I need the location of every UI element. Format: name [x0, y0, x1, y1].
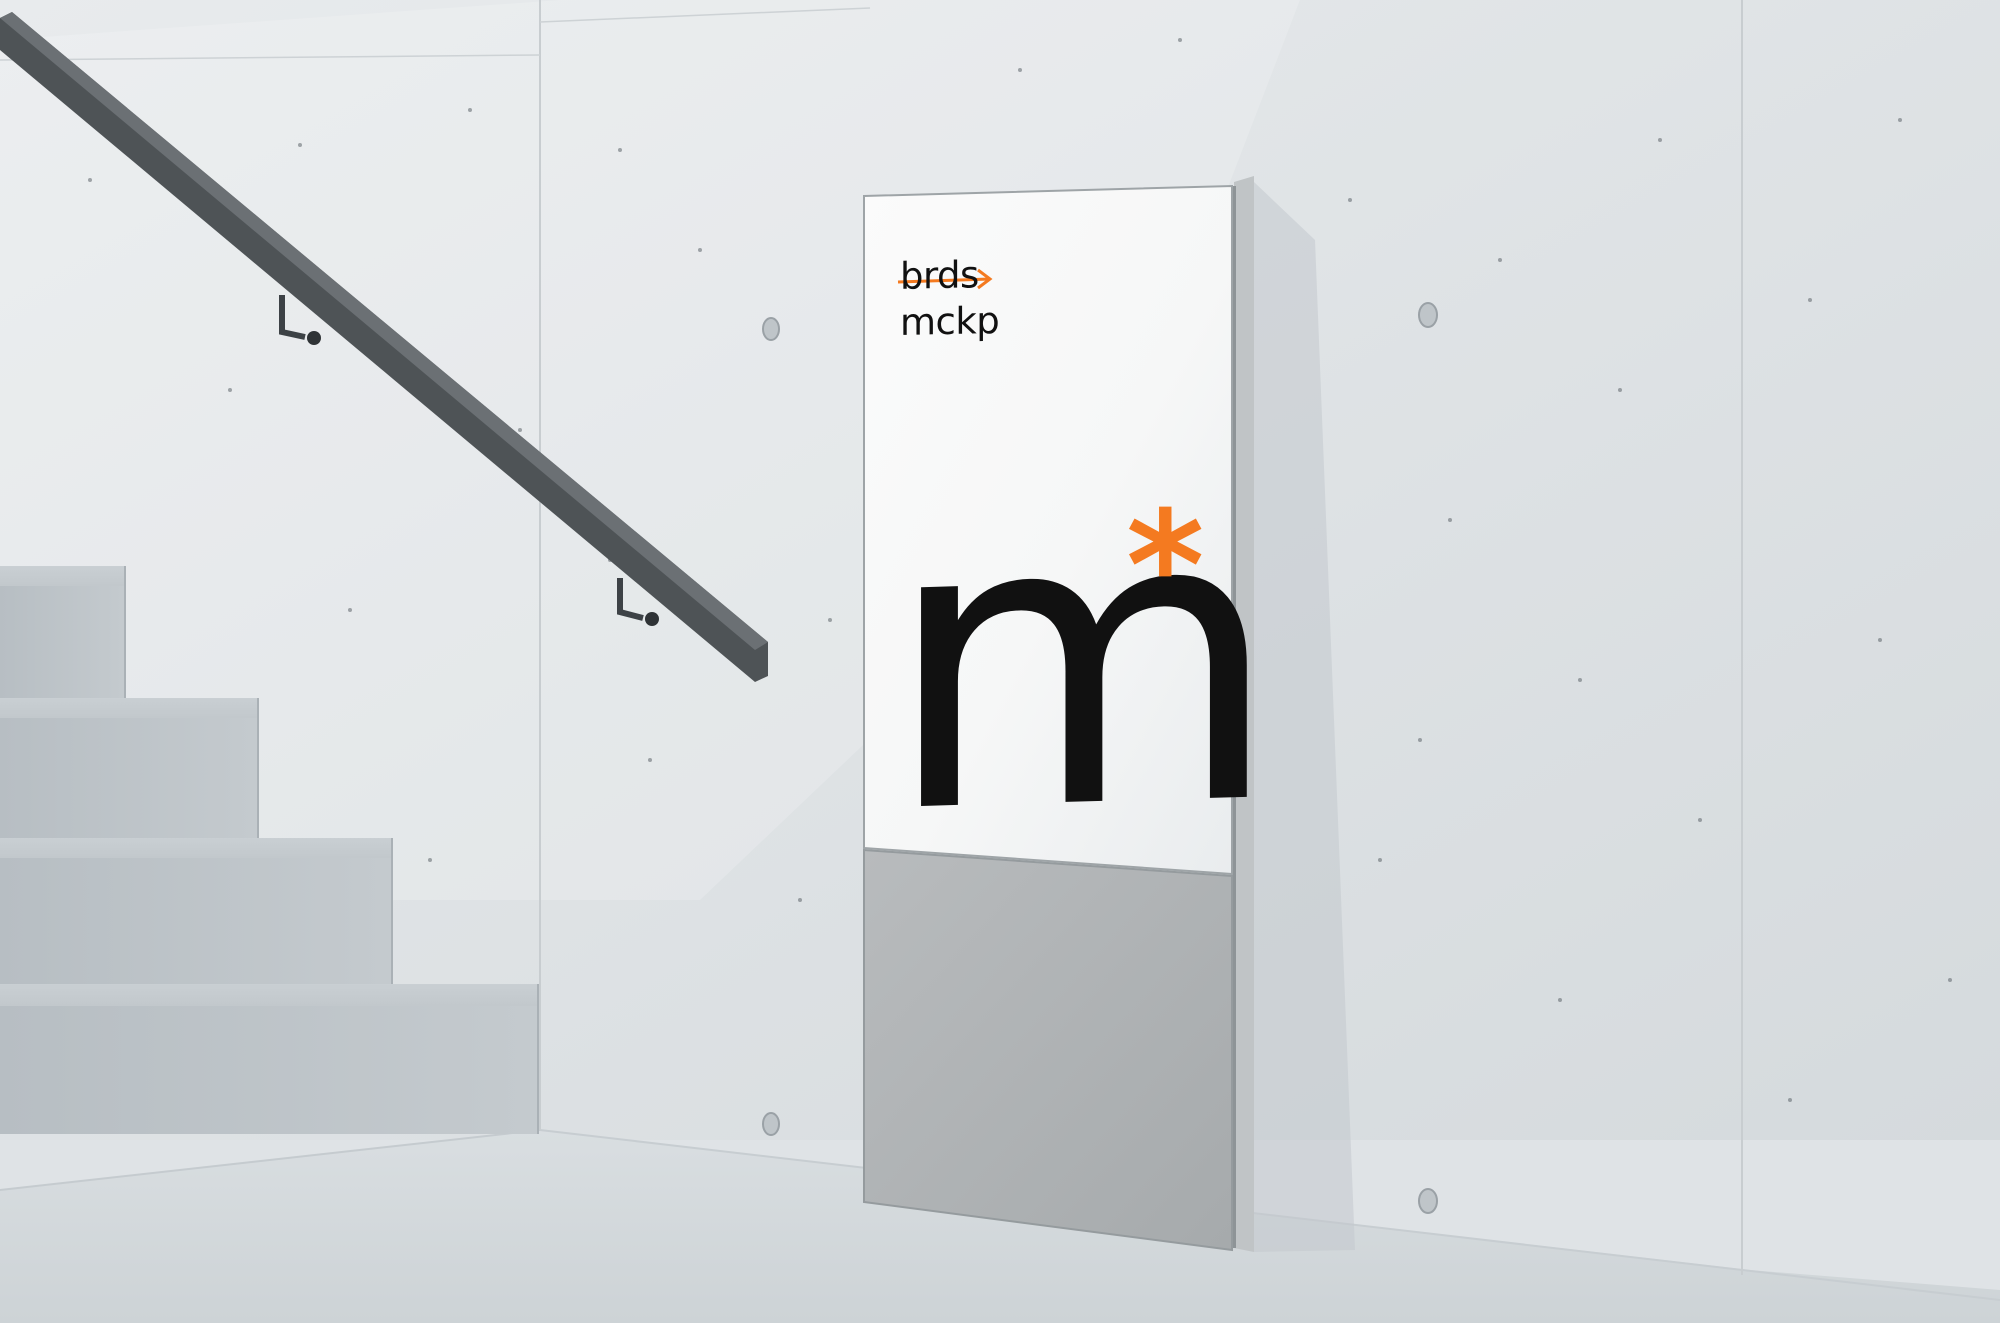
sign-logo-letter: m	[884, 426, 1272, 902]
sign-brand-line2: mckp	[900, 298, 1000, 345]
sign-asterisk-icon: *	[1126, 480, 1205, 654]
sign-base	[863, 848, 1233, 1252]
sign-brand-line1: brds	[900, 253, 979, 298]
photo-scene: brds mckp m *	[0, 0, 2000, 1323]
